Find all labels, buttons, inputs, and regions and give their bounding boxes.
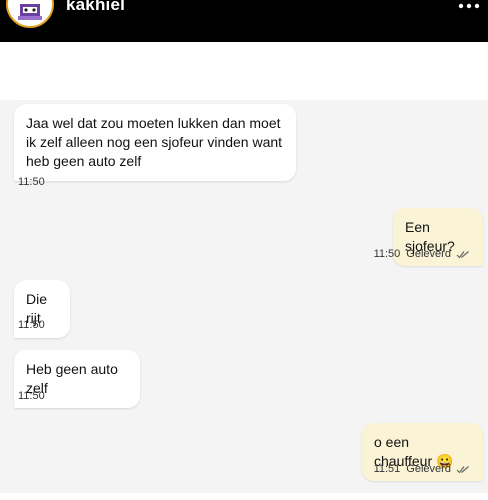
message-text: Jaa wel dat zou moeten lukken dan moet i… [26,115,283,169]
double-check-icon [456,250,469,259]
incoming-message-bubble[interactable]: Jaa wel dat zou moeten lukken dan moet i… [14,104,296,181]
double-check-icon [456,465,469,474]
message-time: 11:50 [18,390,45,402]
message-time: 11:50 [18,176,45,188]
message-time: 11:50 [18,319,45,331]
message-time: 11:50 [373,248,401,260]
avatar-icon[interactable] [6,0,54,28]
bottom-edge [0,493,488,500]
delivery-status: Geleverd [406,248,451,260]
header-spacer [0,42,488,100]
chat-header: kakhiel [0,0,488,42]
message-status: 11:51 Geleverd [374,463,470,475]
contact-name[interactable]: kakhiel [66,0,125,15]
message-status: 11:50 Geleverd [374,248,470,260]
message-time: 11:51 [373,463,401,475]
delivery-status: Geleverd [406,463,451,475]
more-icon[interactable] [458,0,480,12]
